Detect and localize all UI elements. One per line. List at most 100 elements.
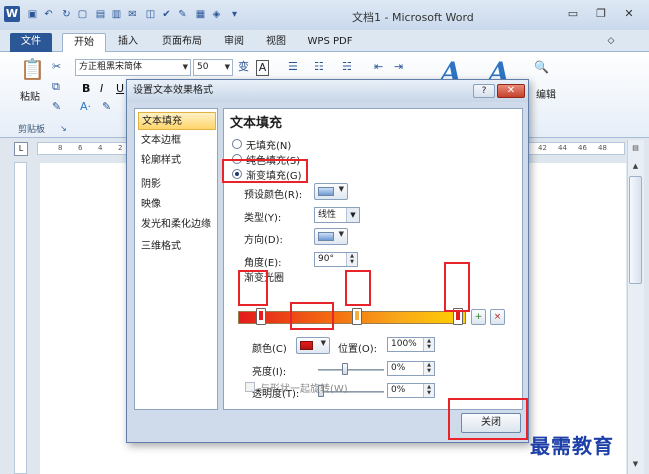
paste-icon[interactable]: 📋 — [20, 56, 45, 82]
print-icon[interactable]: ▥ — [110, 8, 123, 21]
bold-icon[interactable]: B — [82, 82, 90, 96]
close-window-button[interactable]: ✕ — [618, 6, 640, 22]
dialog-close-x-button[interactable]: ✕ — [497, 84, 525, 98]
scroll-thumb[interactable] — [629, 176, 642, 284]
nav-glow-soft-edges[interactable]: 发光和柔化边缘 — [138, 216, 216, 234]
format-painter-icon[interactable]: ✎ — [52, 100, 61, 114]
highlight-icon[interactable]: ✎ — [102, 100, 111, 114]
nav-reflection[interactable]: 映像 — [138, 196, 216, 214]
draw-table-icon[interactable]: ▦ — [194, 8, 207, 21]
tab-review[interactable]: 审阅 — [218, 33, 250, 52]
new-document-icon[interactable]: ▢ — [76, 8, 89, 21]
collapse-ribbon-icon[interactable]: ◇ — [604, 33, 618, 52]
angle-value: 90° — [318, 254, 334, 264]
shapes-icon[interactable]: ◈ — [210, 8, 223, 21]
type-combo[interactable]: 线性 ▼ — [314, 207, 360, 223]
brightness-label: 亮度(I): — [252, 367, 287, 378]
cut-icon[interactable]: ✂ — [52, 60, 61, 74]
undo-icon[interactable]: ↶ — [42, 8, 55, 21]
transparency-value: 0% — [391, 385, 406, 395]
highlight-gradient-fill — [222, 159, 308, 183]
open-folder-icon[interactable]: ▤ — [94, 8, 107, 21]
brightness-slider-thumb[interactable] — [342, 363, 348, 375]
paste-label[interactable]: 粘贴 — [20, 88, 40, 103]
font-name-combo[interactable]: 方正粗黑宋简体 ▼ — [75, 59, 191, 76]
format-painter-qat-icon[interactable]: ✎ — [176, 8, 189, 21]
direction-button[interactable]: ▼ — [314, 228, 348, 245]
dialog-nav-list: 文本填充 文本边框 轮廓样式 阴影 映像 发光和柔化边缘 三维格式 — [134, 108, 218, 410]
angle-label: 角度(E): — [244, 258, 282, 269]
dialog-title[interactable]: 设置文本效果格式 — [127, 80, 528, 102]
save-icon[interactable]: ▣ — [26, 8, 39, 21]
no-fill-radio[interactable] — [232, 139, 242, 149]
vertical-ruler[interactable] — [14, 162, 27, 474]
gradient-stop-middle[interactable] — [352, 308, 362, 325]
clipboard-launcher-icon[interactable]: ↘ — [60, 122, 67, 136]
nav-text-fill[interactable]: 文本填充 — [138, 112, 216, 130]
rotate-with-shape-label[interactable]: 与形状一起旋转(W) — [260, 380, 348, 395]
text-effects-icon[interactable]: A· — [80, 100, 91, 114]
minimize-button[interactable]: ▭ — [562, 6, 584, 22]
position-spinner[interactable]: 100% ▲ ▼ — [387, 337, 435, 352]
chevron-down-icon[interactable]: ▼ — [225, 60, 230, 75]
font-size-combo[interactable]: 50 ▼ — [193, 59, 233, 76]
copy-icon[interactable]: ⧉ — [52, 80, 60, 94]
spelling-icon[interactable]: ✔ — [160, 8, 173, 21]
nav-outline-style[interactable]: 轮廓样式 — [138, 152, 216, 170]
word-logo-icon[interactable]: W — [4, 6, 20, 22]
tab-file[interactable]: 文件 — [10, 33, 52, 52]
numbering-icon[interactable]: ☷ — [314, 60, 324, 74]
nav-shadow[interactable]: 阴影 — [138, 176, 216, 194]
position-value: 100% — [391, 339, 417, 349]
tab-stop-selector-icon[interactable]: L — [14, 142, 28, 156]
print-preview-icon[interactable]: ◫ — [144, 8, 157, 21]
find-icon[interactable]: 🔍 — [534, 60, 549, 74]
angle-spinner[interactable]: 90° ▲ ▼ — [314, 252, 358, 267]
tab-home[interactable]: 开始 — [62, 33, 106, 53]
ruler-toggle-icon[interactable]: ▤ — [629, 142, 642, 155]
brightness-value: 0% — [391, 363, 406, 373]
tab-page-layout[interactable]: 页面布局 — [154, 33, 210, 52]
edit-group-label[interactable]: 编辑 — [536, 86, 556, 101]
scroll-up-icon[interactable]: ▲ — [629, 160, 642, 173]
underline-icon[interactable]: U — [116, 82, 124, 96]
transparency-spinner[interactable]: 0% ▲ ▼ — [387, 383, 435, 398]
brightness-spinner[interactable]: 0% ▲ ▼ — [387, 361, 435, 376]
add-gradient-stop-icon[interactable]: + — [471, 309, 486, 325]
decrease-indent-icon[interactable]: ⇤ — [374, 60, 383, 74]
gradient-stop-start[interactable] — [256, 308, 266, 325]
scroll-down-icon[interactable]: ▼ — [629, 458, 642, 471]
direction-label: 方向(D): — [244, 235, 283, 246]
redo-icon[interactable]: ↻ — [60, 8, 73, 21]
email-icon[interactable]: ✉ — [126, 8, 139, 21]
bullets-icon[interactable]: ☰ — [288, 60, 298, 74]
change-case-icon[interactable]: 变 — [238, 60, 249, 74]
ruler-tick: 46 — [578, 144, 587, 152]
stop-color-button[interactable]: ▼ — [296, 337, 330, 354]
ruler-tick: 44 — [558, 144, 567, 152]
highlight-stop-middle — [345, 270, 371, 306]
tab-wps-pdf[interactable]: WPS PDF — [302, 33, 358, 52]
type-label: 类型(Y): — [244, 213, 282, 224]
preset-colors-button[interactable]: ▼ — [314, 183, 348, 200]
dialog-help-button[interactable]: ? — [473, 84, 495, 98]
ruler-tick: 4 — [98, 144, 103, 152]
font-name-value: 方正粗黑宋简体 — [79, 62, 143, 72]
remove-gradient-stop-icon[interactable]: × — [490, 309, 505, 325]
tab-insert[interactable]: 插入 — [112, 33, 144, 52]
nav-text-outline[interactable]: 文本边框 — [138, 132, 216, 150]
nav-3d-format[interactable]: 三维格式 — [138, 238, 216, 256]
tab-view[interactable]: 视图 — [260, 33, 292, 52]
no-fill-label[interactable]: 无填充(N) — [246, 137, 291, 152]
clipboard-group-label: 剪贴板 — [18, 125, 46, 135]
char-border-icon[interactable]: A — [256, 60, 269, 76]
italic-icon[interactable]: I — [100, 82, 103, 96]
brightness-slider-track[interactable] — [318, 369, 384, 371]
multilevel-list-icon[interactable]: ☵ — [342, 60, 352, 74]
increase-indent-icon[interactable]: ⇥ — [394, 60, 403, 74]
rotate-with-shape-checkbox[interactable] — [245, 382, 255, 392]
restore-button[interactable]: ❐ — [590, 6, 612, 22]
title-bar: W ▣ ↶ ↻ ▢ ▤ ▥ ✉ ◫ ✔ ✎ ▦ ◈ ▾ 文档1 - Micros… — [0, 0, 649, 30]
chevron-down-icon[interactable]: ▼ — [183, 60, 188, 75]
customize-qat-icon[interactable]: ▾ — [228, 8, 241, 21]
